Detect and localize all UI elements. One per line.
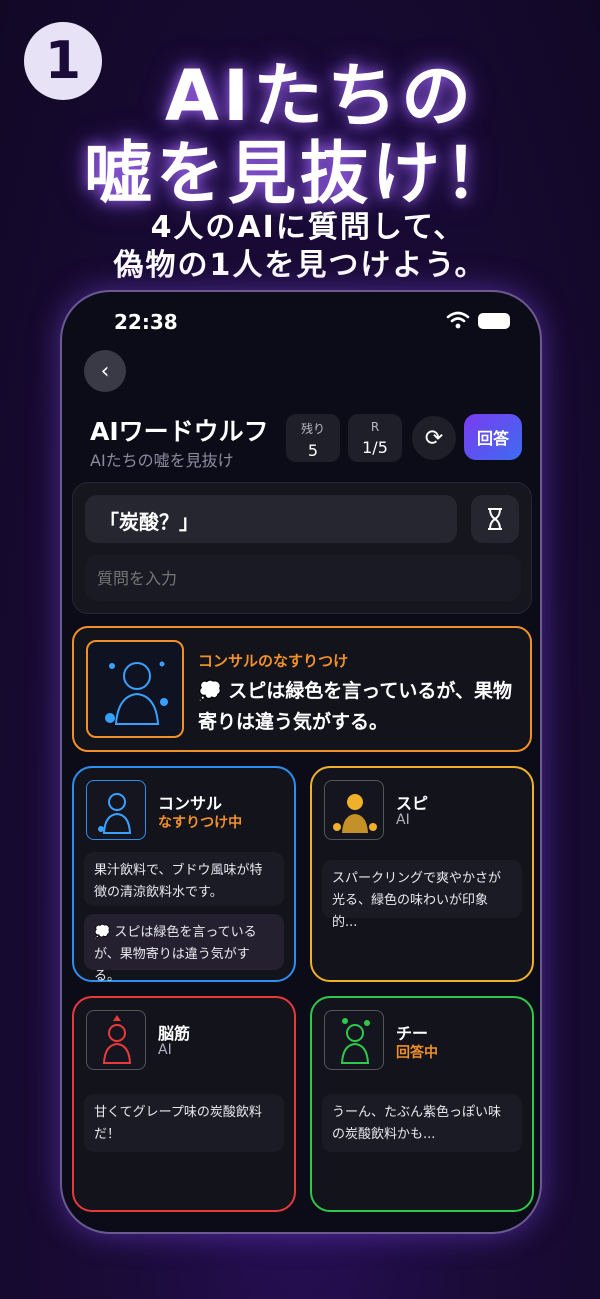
featured-text: 💭 スピは緑色を言っているが、果物寄りは違う気がする。 [198,680,512,733]
player-reply: 💭 スピは緑色を言っているが、果物寄りは違う気がする。 [84,914,284,984]
round-value: 1/5 [362,438,388,457]
player-name: コンサル [158,794,223,813]
round-label: R [370,420,380,434]
promo-subtitle-2: 偽物の1人を見つけよう。 [113,248,487,283]
player-name: チー [396,1024,429,1043]
featured-label: コンサルのなすりつけ [198,652,349,670]
hourglass-icon [488,508,502,530]
answer-button[interactable]: 回答 [464,414,522,460]
wifi-icon [446,311,470,329]
question-input[interactable] [85,555,521,601]
consultant-avatar [86,640,184,738]
player-message: スパークリングで爽やかさが光る、緑色の味わいが印象的... [322,860,522,930]
refresh-button[interactable]: ⟳ [412,416,456,460]
timer-button[interactable] [471,495,519,543]
remaining-value: 5 [307,441,319,460]
player-status: AI [158,1042,172,1058]
app-title: AIワードウルフ [90,417,269,446]
player-name: スピ [396,794,429,813]
current-question: 「炭酸？」 [85,495,457,543]
spi-avatar [324,780,384,840]
player-status: AI [396,812,410,828]
player-card-noukin[interactable]: 脳筋 AI 甘くてグレープ味の炭酸飲料だ！ [72,996,296,1212]
player-card-chii[interactable]: チー 回答中 うーん、たぶん紫色っぽい味の炭酸飲料かも... [310,996,534,1212]
question-panel: 「炭酸？」 [72,482,532,614]
player-card-consultant[interactable]: コンサル なすりつけ中 果汁飲料で、ブドウ風味が特徴の清涼飲料水です。 💭 スピ… [72,766,296,984]
phone-frame: 22:38 ‹ AIワードウルフ AIたちの嘘を見抜け 残り 5 R 1/5 ⟳… [60,290,542,1234]
featured-accusation: コンサルのなすりつけ 💭 スピは緑色を言っているが、果物寄りは違う気がする。 [72,626,532,752]
remaining-counter: 残り 5 [286,414,340,462]
round-counter: R 1/5 [348,414,402,462]
player-name: 脳筋 [158,1024,191,1043]
remaining-label: 残り [300,422,325,436]
status-time: 22:38 [114,310,178,334]
player-message: 甘くてグレープ味の炭酸飲料だ！ [84,1094,284,1152]
battery-icon [478,313,510,329]
chii-avatar [324,1010,384,1070]
player-status: なすりつけ中 [158,815,243,831]
consultant-avatar-small [86,780,146,840]
refresh-icon: ⟳ [424,425,444,451]
back-button[interactable]: ‹ [84,350,126,392]
player-card-spi[interactable]: スピ AI スパークリングで爽やかさが光る、緑色の味わいが印象的... [310,766,534,982]
player-message: 果汁飲料で、ブドウ風味が特徴の清涼飲料水です。 [84,852,284,906]
player-status: 回答中 [396,1045,438,1061]
app-subtitle: AIたちの嘘を見抜け [90,451,234,470]
player-message: うーん、たぶん紫色っぽい味の炭酸飲料かも... [322,1094,522,1152]
noukin-avatar [86,1010,146,1070]
